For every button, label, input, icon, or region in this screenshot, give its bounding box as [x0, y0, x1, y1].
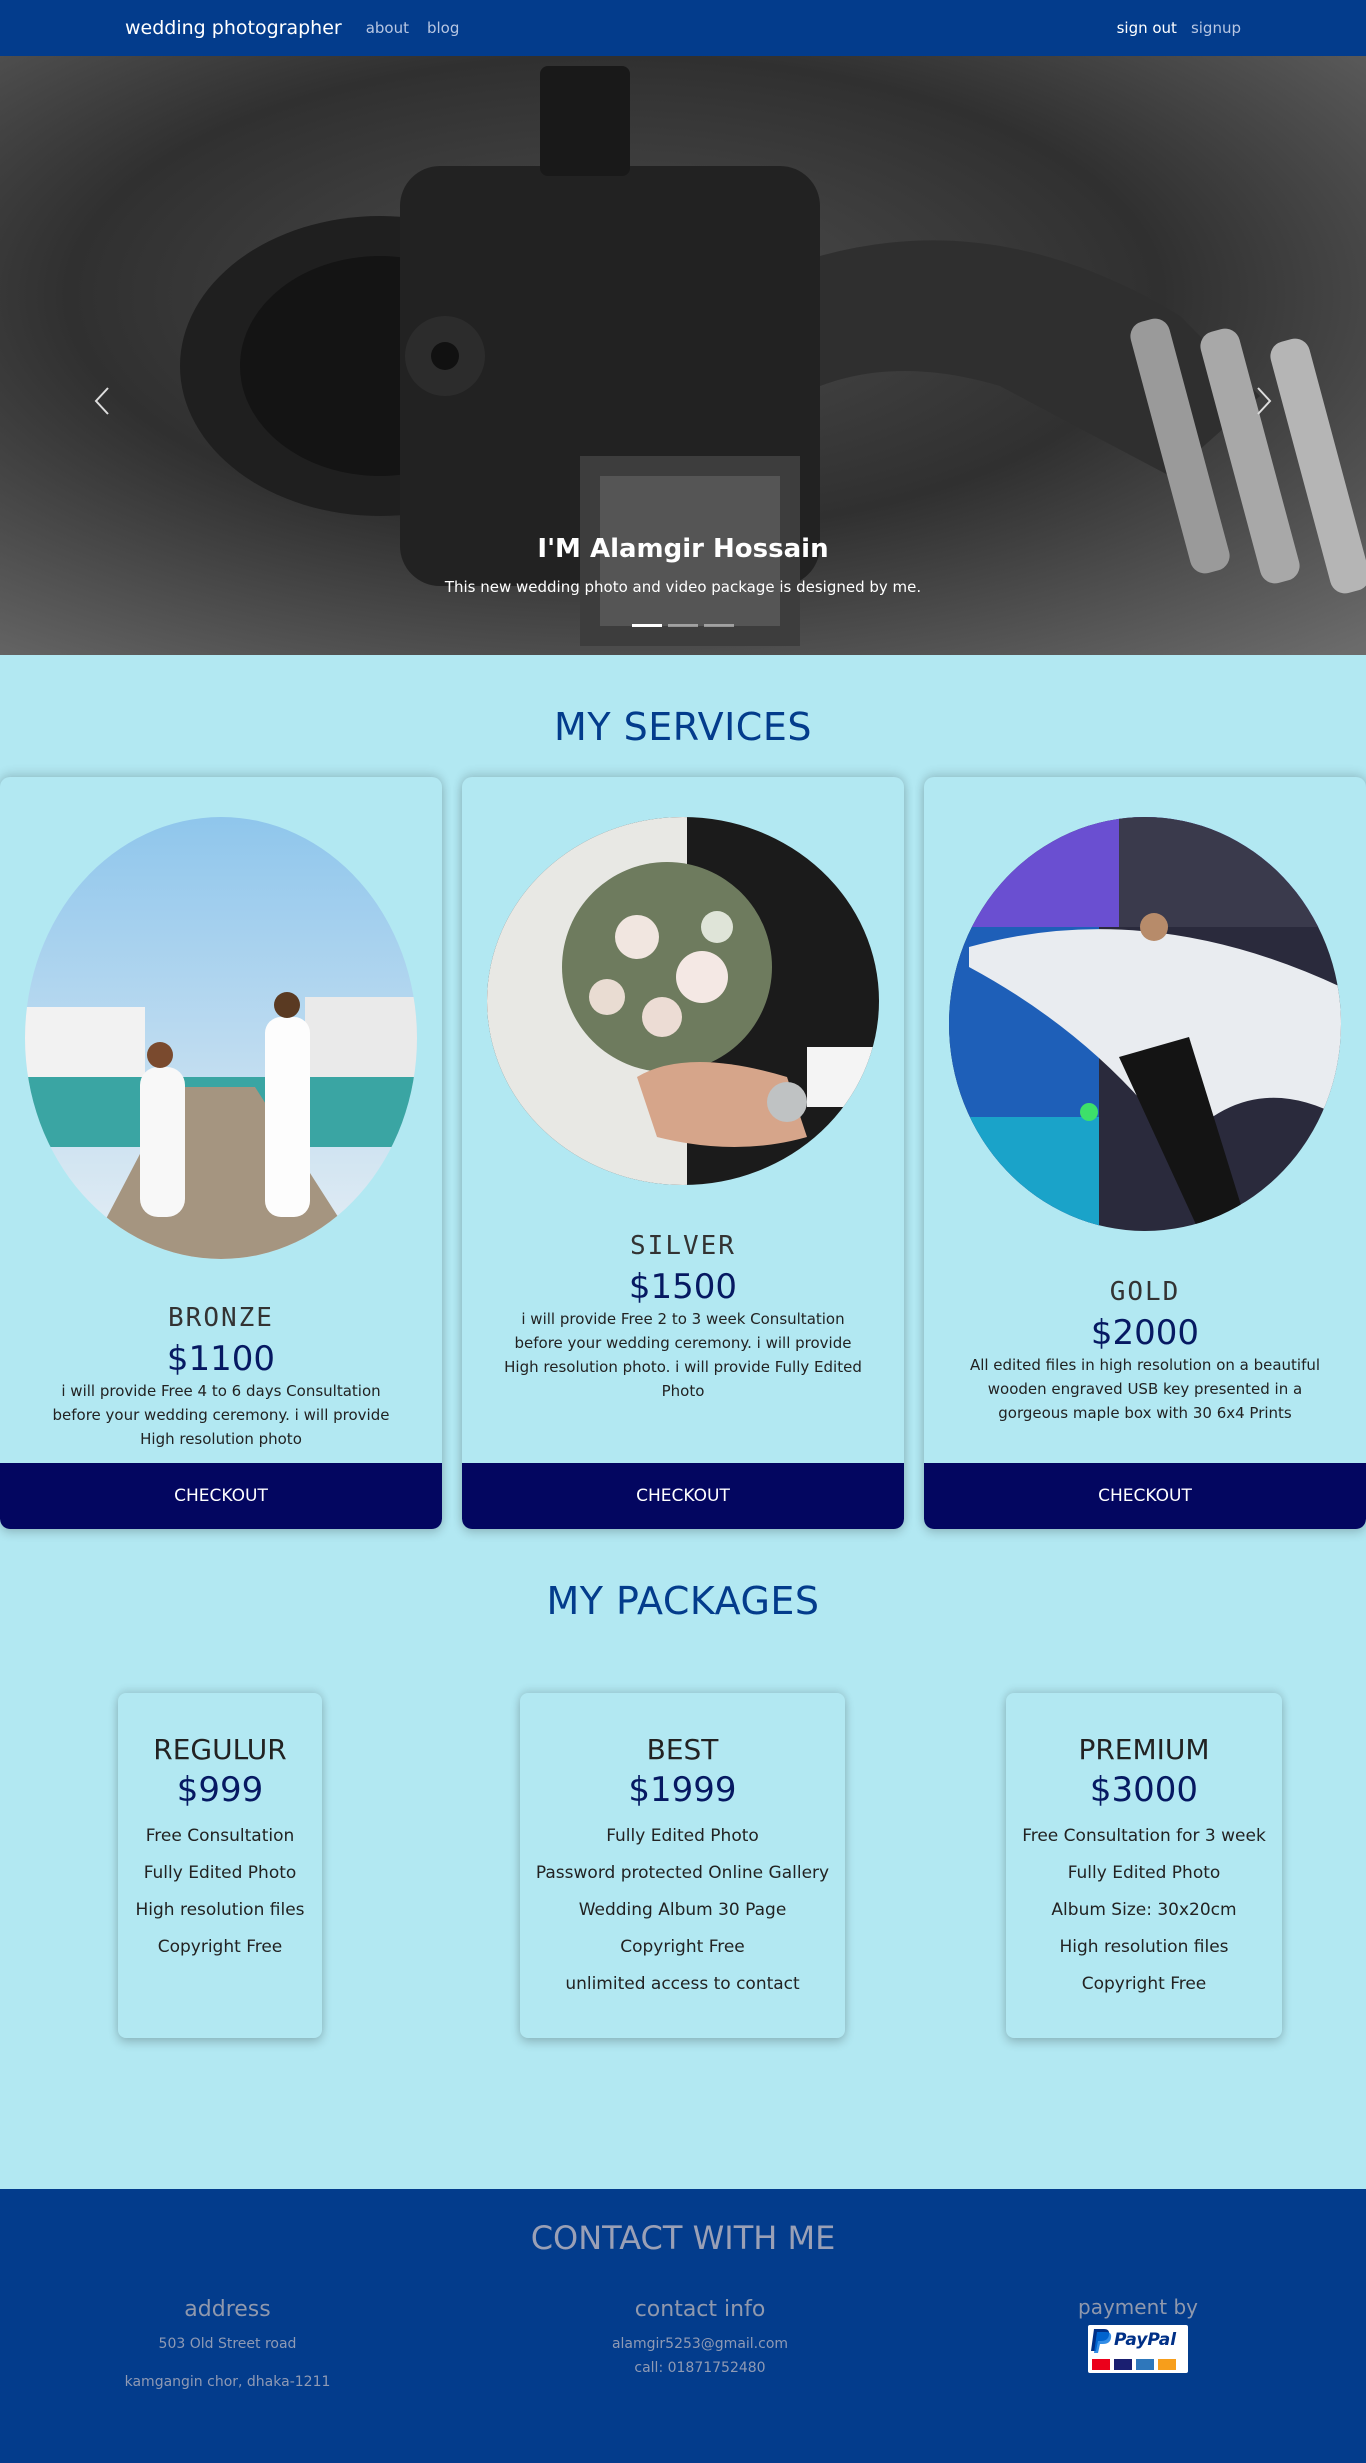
chevron-right-icon: [1257, 387, 1272, 415]
carousel-indicator[interactable]: [668, 624, 698, 627]
chevron-left-icon: [94, 387, 109, 415]
address-heading: address: [184, 2297, 271, 2322]
package-price: $1999: [628, 1770, 737, 1810]
carousel-indicator[interactable]: [704, 624, 734, 627]
hero-title: I'M Alamgir Hossain: [537, 534, 829, 564]
couple-photo: [25, 817, 417, 1259]
package-feature: High resolution files: [1059, 1937, 1229, 1957]
package-feature: Free Consultation: [145, 1826, 295, 1846]
package-feature: Copyright Free: [157, 1937, 283, 1957]
navbar: wedding photographer about blog sign out…: [0, 0, 1366, 56]
dance-photo: [949, 817, 1341, 1231]
payment-block: payment by PayPal: [1058, 2295, 1218, 2373]
signup-link[interactable]: signup: [1191, 19, 1241, 37]
address-line: kamgangin chor, dhaka-1211: [124, 2374, 331, 2390]
service-name: BRONZE: [168, 1303, 274, 1333]
nav-right-group: sign out signup: [1103, 19, 1241, 37]
paypal-icon: PayPal: [1091, 2329, 1177, 2370]
service-card-gold: GOLD $2000 All edited files in high reso…: [924, 777, 1366, 1529]
carousel-prev-button[interactable]: [82, 376, 122, 426]
service-description: i will provide Free 4 to 6 days Consulta…: [52, 1382, 390, 1448]
packages-title: MY PACKAGES: [546, 1579, 820, 1623]
service-price: $2000: [1090, 1313, 1200, 1353]
contact-info-heading: contact info: [634, 2297, 766, 2322]
address-line: 503 Old Street road: [158, 2336, 297, 2352]
carousel-indicators: [0, 624, 1366, 627]
svg-text:PayPal: PayPal: [1114, 2330, 1177, 2350]
package-feature: Wedding Album 30 Page: [578, 1900, 787, 1920]
bouquet-photo: [487, 817, 879, 1185]
package-name: PREMIUM: [1078, 1733, 1210, 1766]
package-name: REGULUR: [153, 1733, 287, 1766]
carousel-indicator[interactable]: [632, 624, 662, 627]
service-name: GOLD: [1109, 1277, 1181, 1307]
contact-title: CONTACT WITH ME: [530, 2219, 836, 2257]
service-card-silver: SILVER $1500 i will provide Free 2 to 3 …: [462, 777, 904, 1529]
service-cards: BRONZE $1100 i will provide Free 4 to 6 …: [0, 777, 1366, 1529]
checkout-button[interactable]: CHECKOUT: [462, 1463, 904, 1529]
hero-carousel: I'M Alamgir Hossain This new wedding pho…: [0, 56, 1366, 655]
services-section: MY SERVICES BRONZE $1100 i will provide …: [0, 655, 1366, 1529]
package-feature: Fully Edited Photo: [606, 1826, 759, 1846]
contact-info-block: contact info alamgir5253@gmail.com call:…: [580, 2297, 820, 2380]
service-price: $1100: [166, 1339, 276, 1379]
payment-heading: payment by: [1078, 2295, 1198, 2319]
nav-about-link[interactable]: about: [366, 19, 409, 37]
service-card-bronze: BRONZE $1100 i will provide Free 4 to 6 …: [0, 777, 442, 1529]
phone-text: call: 01871752480: [634, 2360, 766, 2376]
service-name: SILVER: [630, 1231, 736, 1261]
signout-link[interactable]: sign out: [1117, 19, 1177, 37]
contact-section: CONTACT WITH ME address 503 Old Street r…: [0, 2189, 1366, 2463]
package-name: BEST: [646, 1733, 719, 1766]
package-price: $999: [176, 1770, 264, 1810]
carousel-next-button[interactable]: [1244, 376, 1284, 426]
paypal-logo[interactable]: PayPal: [1088, 2325, 1188, 2373]
brand-link[interactable]: wedding photographer: [125, 17, 342, 39]
package-feature: High resolution files: [135, 1900, 305, 1920]
service-description: i will provide Free 2 to 3 week Consulta…: [504, 1310, 862, 1400]
package-feature: Fully Edited Photo: [143, 1863, 297, 1883]
package-card-regulur: REGULUR $999 Free Consultation Fully Edi…: [118, 1693, 322, 2038]
service-price: $1500: [628, 1267, 738, 1307]
checkout-button[interactable]: CHECKOUT: [924, 1463, 1366, 1529]
package-feature: Fully Edited Photo: [1067, 1863, 1221, 1883]
package-feature: Password protected Online Gallery: [535, 1863, 830, 1883]
package-feature: Copyright Free: [1081, 1974, 1207, 1994]
checkout-button[interactable]: CHECKOUT: [0, 1463, 442, 1529]
package-feature: Copyright Free: [620, 1937, 745, 1957]
services-title: MY SERVICES: [554, 705, 812, 749]
package-card-best: BEST $1999 Fully Edited Photo Password p…: [520, 1693, 845, 2038]
package-card-premium: PREMIUM $3000 Free Consultation for 3 we…: [1006, 1693, 1282, 2038]
package-feature: Free Consultation for 3 week: [1022, 1826, 1266, 1846]
nav-blog-link[interactable]: blog: [427, 19, 459, 37]
address-block: address 503 Old Street road kamgangin ch…: [110, 2297, 345, 2394]
package-feature: Album Size: 30x20cm: [1051, 1900, 1237, 1920]
package-price: $3000: [1089, 1770, 1199, 1810]
hero-caption: I'M Alamgir Hossain This new wedding pho…: [0, 534, 1366, 596]
hero-subtitle: This new wedding photo and video package…: [444, 578, 922, 596]
email-link[interactable]: alamgir5253@gmail.com: [580, 2332, 820, 2356]
service-description: All edited files in high resolution on a…: [969, 1356, 1321, 1422]
package-feature: unlimited access to contact: [565, 1974, 800, 1994]
